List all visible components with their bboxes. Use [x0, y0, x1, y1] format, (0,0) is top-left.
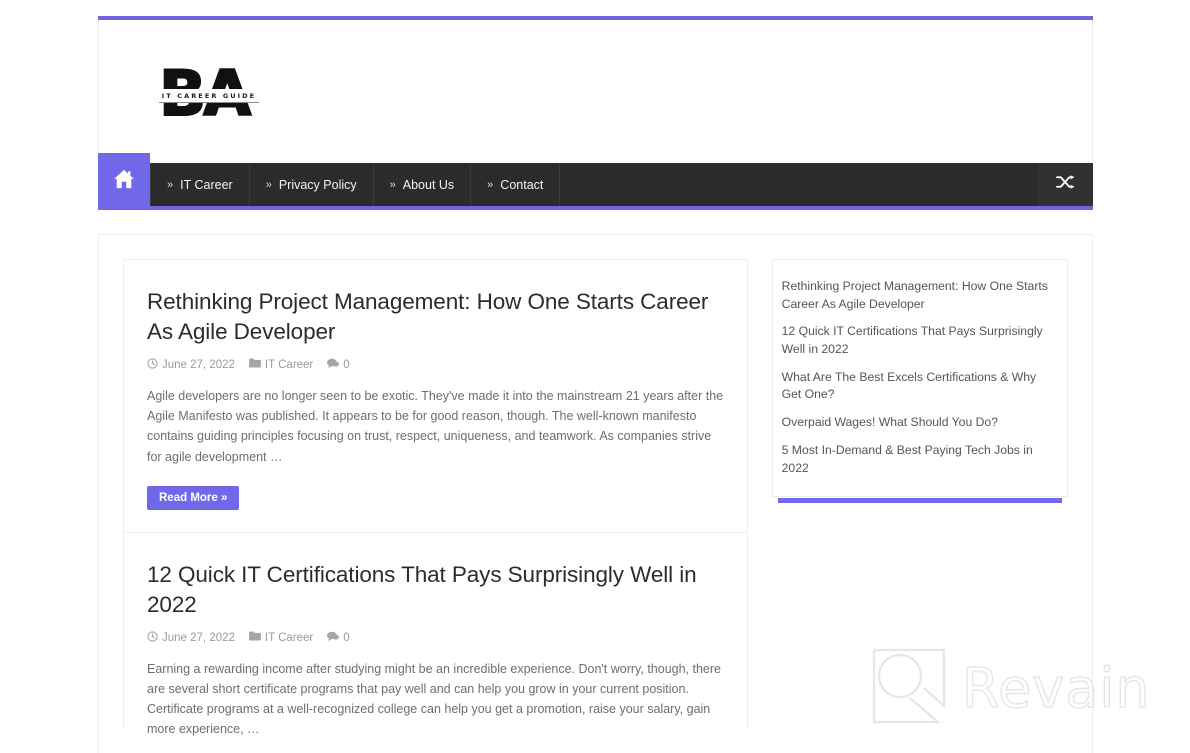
list-item[interactable]: 5 Most In-Demand & Best Paying Tech Jobs… — [782, 437, 1058, 482]
nav-item-label: IT Career — [180, 177, 233, 192]
post-meta: June 27, 2022 IT Career 0 — [147, 631, 724, 645]
recent-posts-list: Rethinking Project Management: How One S… — [782, 273, 1058, 482]
post-comments-count: 0 — [343, 631, 350, 644]
nav-item-about-us[interactable]: » About Us — [374, 163, 472, 206]
nav-item-it-career[interactable]: » IT Career — [150, 163, 250, 206]
folder-icon — [248, 358, 261, 371]
folder-icon — [248, 631, 261, 644]
chevron-right-icon: » — [167, 178, 174, 191]
chevron-right-icon: » — [265, 178, 272, 191]
site-logo[interactable]: BA IT CAREER GUIDE — [158, 57, 259, 131]
comment-icon — [327, 631, 340, 645]
post-category[interactable]: IT Career — [248, 631, 314, 644]
post-item: 12 Quick IT Certifications That Pays Sur… — [124, 533, 747, 753]
widget-accent-underline — [777, 498, 1062, 504]
list-item[interactable]: What Are The Best Excels Certifications … — [782, 364, 1058, 409]
content-wrapper: Rethinking Project Management: How One S… — [98, 234, 1093, 753]
post-title[interactable]: Rethinking Project Management: How One S… — [147, 287, 724, 347]
post-date-label: June 27, 2022 — [162, 631, 235, 644]
post-category-label: IT Career — [264, 358, 314, 371]
post-category[interactable]: IT Career — [248, 358, 314, 371]
post-comments-count: 0 — [343, 358, 350, 371]
post-comments: 0 — [327, 358, 350, 372]
post-date: June 27, 2022 — [147, 631, 235, 645]
nav-item-contact[interactable]: » Contact — [471, 163, 561, 206]
clock-icon — [147, 358, 158, 372]
nav-item-label: About Us — [402, 177, 455, 192]
post-excerpt: Earning a rewarding income after studyin… — [147, 661, 721, 737]
post-date: June 27, 2022 — [147, 358, 235, 372]
nav-item-list: » IT Career » Privacy Policy » About Us … — [150, 163, 1038, 206]
post-excerpt: Agile developers are no longer seen to b… — [147, 388, 724, 464]
post-list: Rethinking Project Management: How One S… — [123, 259, 748, 736]
recent-posts-widget: Rethinking Project Management: How One S… — [771, 259, 1068, 498]
list-item[interactable]: Rethinking Project Management: How One S… — [782, 273, 1058, 318]
random-post-button[interactable] — [1038, 163, 1093, 206]
post-date-label: June 27, 2022 — [162, 358, 235, 371]
nav-item-label: Privacy Policy — [278, 177, 357, 192]
logo-tagline: IT CAREER GUIDE — [159, 89, 259, 103]
post-meta: June 27, 2022 IT Career 0 — [147, 358, 724, 372]
header-logo-area: BA IT CAREER GUIDE — [98, 20, 1093, 163]
chevron-right-icon: » — [389, 178, 396, 191]
nav-item-label: Contact — [500, 177, 544, 192]
home-icon — [113, 169, 135, 194]
comment-icon — [327, 358, 340, 372]
chevron-right-icon: » — [487, 178, 494, 191]
page-root: BA IT CAREER GUIDE » IT Career — [0, 0, 1190, 753]
clock-icon — [147, 631, 158, 645]
shuffle-icon — [1056, 174, 1075, 195]
sidebar: Rethinking Project Management: How One S… — [771, 259, 1068, 729]
post-item: Rethinking Project Management: How One S… — [124, 260, 747, 533]
post-category-label: IT Career — [264, 631, 314, 644]
post-title[interactable]: 12 Quick IT Certifications That Pays Sur… — [147, 560, 724, 620]
site-header: BA IT CAREER GUIDE » IT Career — [98, 16, 1093, 210]
nav-home-button[interactable] — [98, 153, 150, 210]
main-navigation: » IT Career » Privacy Policy » About Us … — [98, 153, 1093, 210]
read-more-button[interactable]: Read More » — [147, 485, 240, 510]
post-comments: 0 — [327, 631, 350, 645]
list-item[interactable]: 12 Quick IT Certifications That Pays Sur… — [782, 318, 1058, 363]
nav-item-privacy-policy[interactable]: » Privacy Policy — [250, 163, 374, 206]
list-item[interactable]: Overpaid Wages! What Should You Do? — [782, 409, 1058, 437]
